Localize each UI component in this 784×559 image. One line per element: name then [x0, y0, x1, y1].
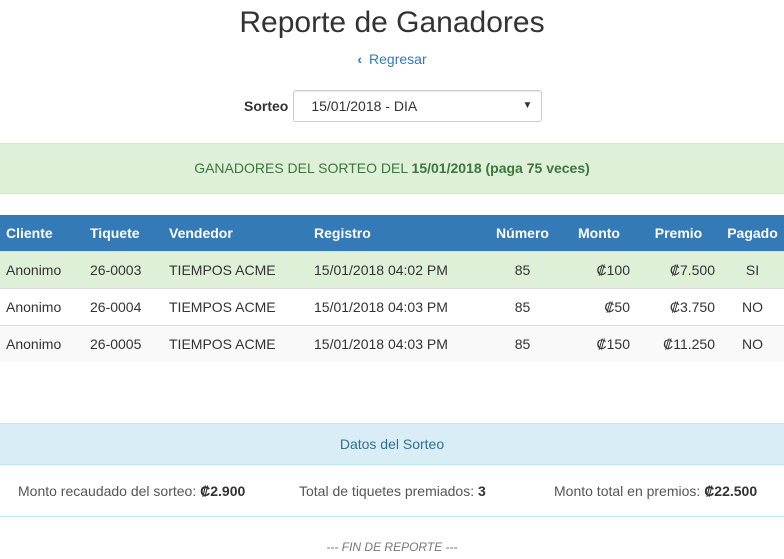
cell-tiquete: 26-0005 — [84, 325, 163, 362]
stat-recaudado-label: Monto recaudado del sorteo: — [18, 483, 197, 499]
cell-vendedor: TIEMPOS ACME — [163, 251, 308, 289]
cell-monto: ₡50 — [562, 288, 636, 326]
winners-table: Cliente Tiquete Vendedor Registro Número… — [0, 215, 784, 362]
page-title: Reporte de Ganadores — [239, 6, 545, 39]
datos-sorteo-body: Monto recaudado del sorteo: ₡2.900 Total… — [0, 465, 784, 517]
cell-cliente: Anonimo — [0, 288, 84, 326]
cell-premio: ₡7.500 — [636, 251, 721, 289]
cell-numero: 85 — [483, 325, 562, 362]
cell-premio: ₡11.250 — [636, 325, 721, 362]
header-monto: Monto — [562, 215, 636, 252]
cell-registro: 15/01/2018 04:03 PM — [308, 288, 483, 326]
stat-premios-value: ₡22.500 — [704, 483, 758, 499]
stat-tiquetes-value: 3 — [478, 483, 486, 499]
cell-vendedor: TIEMPOS ACME — [163, 325, 308, 362]
cell-pagado: NO — [721, 325, 784, 362]
report-footer: --- FIN DE REPORTE --- — [326, 540, 458, 554]
table-header-row: Cliente Tiquete Vendedor Registro Número… — [0, 215, 784, 252]
banner-paga: (paga 75 veces) — [485, 160, 590, 176]
caret-down-icon: ▼ — [522, 100, 533, 111]
back-link-container: ‹ Regresar — [0, 50, 784, 68]
back-link[interactable]: ‹ Regresar — [357, 51, 426, 67]
cell-pagado: SI — [721, 251, 784, 289]
winners-banner: GANADORES DEL SORTEO DEL 15/01/2018 (pag… — [0, 143, 784, 194]
cell-cliente: Anonimo — [0, 325, 84, 362]
cell-registro: 15/01/2018 04:02 PM — [308, 251, 483, 289]
stat-recaudado: Monto recaudado del sorteo: ₡2.900 — [18, 483, 245, 499]
header-vendedor: Vendedor — [163, 215, 308, 252]
stat-premios-label: Monto total en premios: — [554, 483, 701, 499]
cell-registro: 15/01/2018 04:03 PM — [308, 325, 483, 362]
table-row: Anonimo 26-0003 TIEMPOS ACME 15/01/2018 … — [0, 251, 784, 289]
cell-premio: ₡3.750 — [636, 288, 721, 326]
sorteo-label: Sorteo — [244, 98, 289, 114]
sorteo-selector-row: Sorteo 15/01/2018 - DIA ▼ — [244, 89, 543, 123]
cell-monto: ₡150 — [562, 325, 636, 362]
cell-numero: 85 — [483, 288, 562, 326]
datos-sorteo-heading: Datos del Sorteo — [0, 423, 784, 465]
back-link-label: Regresar — [369, 51, 427, 67]
header-registro: Registro — [308, 215, 483, 252]
stat-tiquetes-label: Total de tiquetes premiados: — [299, 483, 475, 499]
header-premio: Premio — [636, 215, 721, 252]
table-row: Anonimo 26-0004 TIEMPOS ACME 15/01/2018 … — [0, 288, 784, 326]
stat-recaudado-value: ₡2.900 — [200, 483, 246, 499]
cell-cliente: Anonimo — [0, 251, 84, 289]
cell-numero: 85 — [483, 251, 562, 289]
header-tiquete: Tiquete — [84, 215, 163, 252]
sorteo-select-value: 15/01/2018 - DIA — [311, 98, 418, 114]
sorteo-select[interactable]: 15/01/2018 - DIA ▼ — [293, 90, 543, 122]
cell-monto: ₡100 — [562, 251, 636, 289]
stat-tiquetes: Total de tiquetes premiados: 3 — [299, 483, 486, 499]
table-row: Anonimo 26-0005 TIEMPOS ACME 15/01/2018 … — [0, 325, 784, 362]
header-pagado: Pagado — [721, 215, 784, 252]
banner-prefix: GANADORES DEL SORTEO DEL — [194, 160, 408, 176]
header-numero: Número — [483, 215, 562, 252]
header-cliente: Cliente — [0, 215, 84, 252]
cell-tiquete: 26-0003 — [84, 251, 163, 289]
cell-tiquete: 26-0004 — [84, 288, 163, 326]
cell-pagado: NO — [721, 288, 784, 326]
cell-vendedor: TIEMPOS ACME — [163, 288, 308, 326]
banner-date: 15/01/2018 — [411, 160, 482, 176]
stat-premios: Monto total en premios: ₡22.500 — [554, 483, 757, 499]
chevron-left-icon: ‹ — [357, 51, 363, 67]
